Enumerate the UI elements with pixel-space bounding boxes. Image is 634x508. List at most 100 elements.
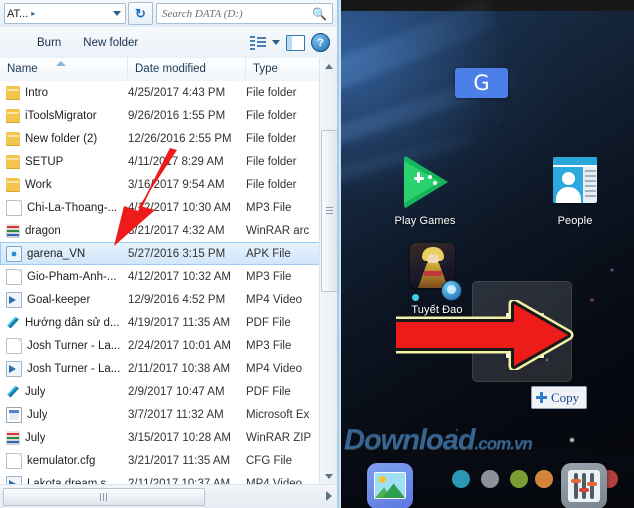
table-row[interactable]: July 2/9/2017 10:47 AM PDF File: [0, 380, 337, 403]
scrollbar-thumb[interactable]: [321, 130, 337, 292]
table-row[interactable]: kemulator.cfg 3/21/2017 11:35 AM CFG File: [0, 449, 337, 472]
app-icon-people[interactable]: People: [538, 154, 612, 227]
file-date-cell: 9/26/2016 1:55 PM: [128, 109, 226, 122]
list-view-icon[interactable]: [250, 35, 266, 50]
file-type-cell: MP4 Video: [246, 362, 303, 375]
folder-icon: [6, 131, 20, 146]
scroll-up-button[interactable]: [320, 58, 337, 75]
table-row[interactable]: iToolsMigrator 9/26/2016 1:55 PM File fold…: [0, 104, 337, 127]
file-name-label: July: [25, 385, 46, 398]
file-name-cell: Work: [0, 177, 128, 192]
dock-icon-equalizer[interactable]: [561, 463, 607, 508]
column-label: Type: [253, 63, 278, 75]
table-row[interactable]: New folder (2) 12/26/2016 2:55 PM File fol…: [0, 127, 337, 150]
search-input[interactable]: Search DATA (D:) 🔍: [156, 3, 333, 24]
file-name-label: Intro: [25, 86, 49, 99]
file-date-cell: 3/7/2017 11:32 AM: [128, 408, 224, 421]
table-row[interactable]: garena_VN 5/27/2016 3:15 PM APK File: [0, 242, 337, 265]
notification-dot-icon: [412, 294, 419, 301]
video-icon: [6, 360, 22, 377]
breadcrumb-text: AT...: [7, 7, 29, 20]
chevron-down-icon[interactable]: [272, 40, 280, 45]
file-date-cell: 12/9/2016 4:52 PM: [128, 293, 226, 306]
file-name-label: garena_VN: [27, 247, 86, 260]
file-date-cell: 4/11/2017 8:29 AM: [128, 155, 224, 168]
folder-icon: [6, 85, 20, 100]
document-icon: [6, 199, 22, 216]
table-row[interactable]: Josh Turner - La... 2/24/2017 10:01 AM MP3…: [0, 334, 337, 357]
app-icon-tuyet-dao[interactable]: Tuyết Đao: [395, 243, 469, 316]
file-date-cell: 12/26/2016 2:55 PM: [128, 132, 232, 145]
table-row[interactable]: July 3/7/2017 11:32 AM Microsoft Ex: [0, 403, 337, 426]
file-type-cell: WinRAR ZIP: [246, 431, 312, 444]
table-row[interactable]: Josh Turner - La... 2/11/2017 10:38 AM MP4…: [0, 357, 337, 380]
table-row[interactable]: Work 3/16/2017 9:54 AM File folder: [0, 173, 337, 196]
file-date-cell: 2/11/2017 10:38 AM: [128, 362, 231, 375]
table-row[interactable]: July 3/15/2017 10:28 AM WinRAR ZIP: [0, 426, 337, 449]
file-name-label: Goal-keeper: [27, 293, 91, 306]
google-search-widget[interactable]: G: [455, 68, 508, 98]
file-date-cell: 4/12/2017 10:30 AM: [128, 201, 231, 214]
file-date-cell: 3/21/2017 11:35 AM: [128, 454, 231, 467]
explorer-toolbar: Burn New folder ?: [0, 27, 337, 59]
table-row[interactable]: Intro 4/25/2017 4:43 PM File folder: [0, 81, 337, 104]
file-name-label: iToolsMigrator: [25, 109, 97, 122]
file-type-cell: WinRAR arc: [246, 224, 310, 237]
vertical-scrollbar[interactable]: [319, 58, 337, 485]
app-label: People: [557, 215, 593, 227]
file-type-cell: MP3 File: [246, 339, 292, 352]
plus-icon: [536, 392, 547, 403]
column-header-name[interactable]: Name: [0, 58, 128, 81]
preview-pane-icon[interactable]: [286, 34, 305, 51]
dock-dot: [481, 470, 499, 488]
watermark-suffix: .com.vn: [474, 434, 533, 453]
table-row[interactable]: SETUP 4/11/2017 8:29 AM File folder: [0, 150, 337, 173]
column-header-type[interactable]: Type: [246, 58, 322, 81]
table-row[interactable]: dragon 3/21/2017 4:32 AM WinRAR arc: [0, 219, 337, 242]
file-name-cell: Intro: [0, 85, 128, 100]
new-folder-button[interactable]: New folder: [74, 34, 147, 52]
people-icon: [547, 154, 603, 210]
file-name-cell: garena_VN: [0, 245, 128, 262]
file-name-cell: July: [0, 430, 128, 445]
column-label: Date modified: [135, 63, 206, 75]
table-row[interactable]: Chi-La-Thoang-... 4/12/2017 10:30 AM MP3 F…: [0, 196, 337, 219]
winrar-icon: [6, 223, 20, 238]
dock-dot: [535, 470, 553, 488]
file-name-cell: New folder (2): [0, 131, 128, 146]
scroll-down-button[interactable]: [320, 468, 337, 485]
table-row[interactable]: Goal-keeper 12/9/2016 4:52 PM MP4 Video: [0, 288, 337, 311]
refresh-button[interactable]: ↻: [128, 2, 153, 25]
file-name-label: New folder (2): [25, 132, 98, 145]
apk-logo-icon: [516, 321, 532, 337]
app-icon-play-games[interactable]: Play Games: [388, 154, 462, 227]
table-row[interactable]: Hướng dẫn sử d... 4/19/2017 11:35 AM PDF F…: [0, 311, 337, 334]
help-icon[interactable]: ?: [311, 33, 330, 52]
file-name-label: Work: [25, 178, 52, 191]
burn-button[interactable]: Burn: [28, 34, 70, 52]
file-name-cell: iToolsMigrator: [0, 108, 128, 123]
column-header-date-modified[interactable]: Date modified: [128, 58, 246, 81]
document-icon: [6, 268, 22, 285]
file-date-cell: 3/16/2017 9:54 AM: [128, 178, 225, 191]
file-type-cell: File folder: [246, 178, 297, 191]
dock-icon-gallery[interactable]: [367, 463, 413, 508]
table-row[interactable]: Gio-Pham-Anh-... 4/12/2017 10:32 AM MP3 Fi…: [0, 265, 337, 288]
dock-dot: [452, 470, 470, 488]
scroll-right-button[interactable]: [326, 491, 332, 501]
breadcrumb[interactable]: AT... ▸: [4, 3, 126, 24]
apk-file-icon[interactable]: APK: [506, 313, 544, 358]
file-list[interactable]: Intro 4/25/2017 4:43 PM File folder iToolsM…: [0, 81, 337, 485]
column-label: Name: [7, 63, 38, 75]
windows-explorer-window[interactable]: AT... ▸ ↻ Search DATA (D:) 🔍 Burn New fo…: [0, 0, 339, 508]
scrollbar-thumb[interactable]: [3, 488, 205, 506]
file-type-cell: MP4 Video: [246, 293, 303, 306]
config-icon: [6, 452, 22, 469]
chevron-down-icon[interactable]: [113, 11, 121, 16]
app-label: Tuyết Đao: [411, 304, 463, 316]
dock-dot: [510, 470, 528, 488]
file-date-cell: 4/25/2017 4:43 PM: [128, 86, 226, 99]
horizontal-scrollbar[interactable]: [0, 484, 337, 508]
folder-icon: [6, 154, 20, 169]
search-icon: 🔍: [312, 6, 327, 21]
